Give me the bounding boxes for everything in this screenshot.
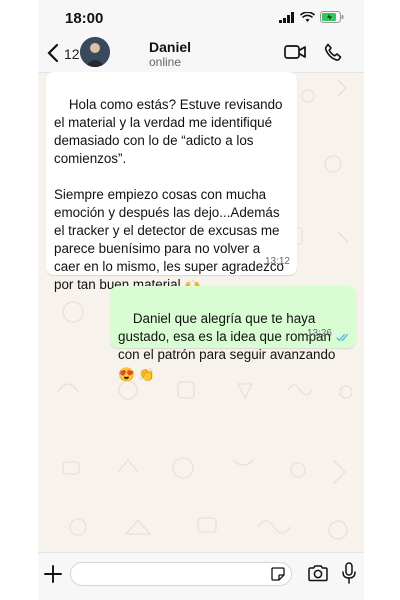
back-arrow-icon[interactable] [46, 43, 60, 63]
unread-count[interactable]: 12 [64, 46, 80, 62]
clock: 18:00 [65, 10, 104, 27]
video-call-icon[interactable] [284, 44, 306, 60]
phone-call-icon[interactable] [324, 43, 342, 61]
sticker-icon[interactable] [271, 567, 285, 581]
microphone-icon[interactable] [342, 562, 356, 584]
status-bar: 18:00 [38, 0, 364, 34]
heart-eyes-clap-emoji: 😍 👏 [118, 367, 156, 382]
chat-screen: 18:00 12 Daniel online Hola como estás? … [38, 0, 364, 600]
contact-status: online [149, 55, 182, 69]
signal-icon [279, 11, 294, 23]
message-text: Hola como estás? Estuve revisando el mat… [54, 97, 284, 292]
plus-icon[interactable] [44, 565, 62, 583]
message-text: Daniel que alegría que te haya gustado, … [118, 311, 336, 362]
message-time: 13:26 [306, 328, 332, 339]
chat-header: 12 Daniel online [38, 34, 364, 73]
double-check-icon [336, 333, 349, 342]
message-time: 13:12 [264, 256, 290, 267]
outgoing-message[interactable]: Daniel que alegría que te haya gustado, … [110, 286, 356, 382]
avatar[interactable] [80, 37, 110, 67]
battery-icon [320, 11, 344, 23]
incoming-message[interactable]: Hola como estás? Estuve revisando el mat… [46, 72, 297, 294]
status-icons [279, 11, 344, 23]
contact-name[interactable]: Daniel [149, 39, 191, 55]
camera-icon[interactable] [308, 565, 328, 582]
message-input[interactable] [70, 562, 292, 586]
wifi-icon [300, 11, 315, 22]
composer-bar [38, 552, 364, 600]
